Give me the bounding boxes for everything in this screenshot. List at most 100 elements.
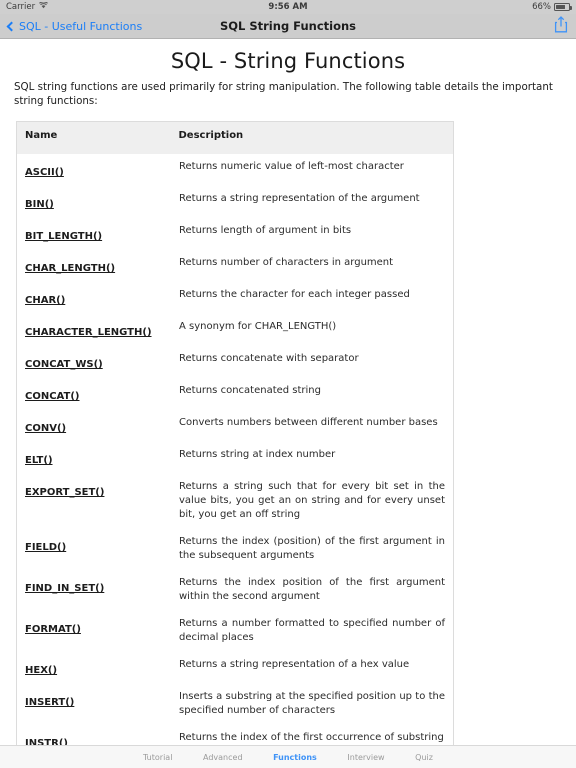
function-description-cell: Returns the index (position) of the firs…: [171, 529, 454, 570]
function-name-link[interactable]: EXPORT_SET(): [25, 487, 104, 498]
status-bar-left: Carrier: [6, 1, 48, 12]
function-description-text: Returns a string representation of a hex…: [179, 659, 410, 671]
function-description-cell: Returns numeric value of left-most chara…: [171, 154, 454, 186]
carrier-label: Carrier: [6, 2, 36, 12]
function-description-cell: A synonym for CHAR_LENGTH(): [171, 314, 454, 346]
function-description-cell: Inserts a substring at the specified pos…: [171, 684, 454, 725]
table-row: CHAR() Returns the character for each int…: [17, 282, 454, 314]
table-row: FIND_IN_SET() Returns the index position …: [17, 570, 454, 611]
functions-table: Name Description ASCII() Returns numeric …: [16, 121, 454, 745]
app-screen: Carrier 9:56 AM 66% SQL - Useful Functio…: [0, 0, 576, 768]
function-description-text: Returns concatenate with separator: [179, 353, 359, 365]
content-area[interactable]: SQL - String Functions SQL string functi…: [0, 39, 576, 745]
function-name-link[interactable]: HEX(): [25, 665, 57, 676]
function-name-cell: EXPORT_SET(): [17, 474, 171, 529]
function-name-link[interactable]: FIND_IN_SET(): [25, 583, 104, 594]
function-name-link[interactable]: BIN(): [25, 199, 54, 210]
function-name-cell: ASCII(): [17, 154, 171, 186]
function-name-link[interactable]: FORMAT(): [25, 624, 81, 635]
function-name-link[interactable]: INSTR(): [25, 738, 68, 745]
function-name-cell: BIN(): [17, 186, 171, 218]
function-name-link[interactable]: CHARACTER_LENGTH(): [25, 327, 152, 338]
function-name-link[interactable]: CONV(): [25, 423, 66, 434]
clock: 9:56 AM: [268, 2, 308, 12]
function-name-cell: CONCAT_WS(): [17, 346, 171, 378]
table-body: ASCII() Returns numeric value of left-mos…: [17, 154, 454, 745]
function-name-link[interactable]: INSERT(): [25, 697, 74, 708]
table-row: ELT() Returns string at index number: [17, 442, 454, 474]
table-header-row: Name Description: [16, 121, 454, 155]
function-name-cell: FIELD(): [17, 529, 171, 570]
function-name-link[interactable]: ASCII(): [25, 167, 64, 178]
table-row: ASCII() Returns numeric value of left-mos…: [17, 154, 454, 186]
tab-tutorial[interactable]: Tutorial: [143, 753, 172, 762]
table-row: EXPORT_SET() Returns a string such that f…: [17, 474, 454, 529]
function-name-cell: BIT_LENGTH(): [17, 218, 171, 250]
tab-advanced[interactable]: Advanced: [203, 753, 243, 762]
function-description-text: Returns string at index number: [179, 449, 336, 461]
tab-list: Tutorial Advanced Functions Interview Quiz: [143, 753, 433, 762]
function-name-cell: INSERT(): [17, 684, 171, 725]
function-name-cell: HEX(): [17, 652, 171, 684]
status-bar-right: 66%: [532, 2, 572, 12]
function-description-text: Returns a string representation of the a…: [179, 193, 420, 205]
function-name-link[interactable]: CONCAT(): [25, 391, 79, 402]
table-row: CONV() Converts numbers between different…: [17, 410, 454, 442]
function-name-link[interactable]: CHAR(): [25, 295, 65, 306]
function-description-text: Returns number of characters in argument: [179, 257, 394, 269]
function-name-link[interactable]: BIT_LENGTH(): [25, 231, 102, 242]
function-description-cell: Returns a string such that for every bit…: [171, 474, 454, 529]
function-description-text: Returns a number formatted to specified …: [179, 618, 445, 644]
function-name-cell: CHAR_LENGTH(): [17, 250, 171, 282]
status-bar: Carrier 9:56 AM 66%: [0, 0, 576, 14]
function-description-cell: Returns the index of the first occurrenc…: [171, 725, 454, 745]
table-header: Name Description: [16, 121, 454, 155]
function-name-cell: ELT(): [17, 442, 171, 474]
function-name-cell: CHAR(): [17, 282, 171, 314]
function-description-text: Converts numbers between different numbe…: [179, 417, 438, 429]
share-icon: [554, 15, 568, 37]
function-name-link[interactable]: ELT(): [25, 455, 53, 466]
function-description-text: Inserts a substring at the specified pos…: [179, 691, 445, 717]
share-button[interactable]: [554, 15, 568, 37]
tab-quiz[interactable]: Quiz: [415, 753, 433, 762]
function-description-text: Returns a string such that for every bit…: [179, 481, 445, 521]
tab-bar: Tutorial Advanced Functions Interview Quiz: [0, 745, 576, 768]
function-name-link[interactable]: FIELD(): [25, 542, 66, 553]
function-description-cell: Returns length of argument in bits: [171, 218, 454, 250]
function-name-cell: FIND_IN_SET(): [17, 570, 171, 611]
function-name-cell: INSTR(): [17, 725, 171, 745]
table-row: INSTR() Returns the index of the first oc…: [17, 725, 454, 745]
function-description-cell: Returns string at index number: [171, 442, 454, 474]
function-name-cell: CONCAT(): [17, 378, 171, 410]
table-row: BIN() Returns a string representation of …: [17, 186, 454, 218]
function-name-link[interactable]: CONCAT_WS(): [25, 359, 103, 370]
function-name-cell: CONV(): [17, 410, 171, 442]
back-button[interactable]: SQL - Useful Functions: [6, 20, 142, 33]
tab-functions[interactable]: Functions: [273, 753, 317, 762]
function-description-cell: Returns number of characters in argument: [171, 250, 454, 282]
functions-table-wrapper: Name Description ASCII() Returns numeric …: [16, 121, 454, 745]
function-description-cell: Returns a number formatted to specified …: [171, 611, 454, 652]
column-header-name: Name: [16, 121, 171, 155]
function-name-link[interactable]: CHAR_LENGTH(): [25, 263, 115, 274]
intro-paragraph: SQL string functions are used primarily …: [14, 81, 553, 108]
battery-icon: [554, 3, 572, 11]
table-row: CONCAT_WS() Returns concatenate with sepa…: [17, 346, 454, 378]
function-description-text: Returns the index position of the first …: [179, 577, 445, 603]
tab-interview[interactable]: Interview: [347, 753, 384, 762]
table-row: CONCAT() Returns concatenated string: [17, 378, 454, 410]
function-description-text: Returns length of argument in bits: [179, 225, 352, 237]
table-row: FORMAT() Returns a number formatted to sp…: [17, 611, 454, 652]
function-description-text: Returns the character for each integer p…: [179, 289, 410, 301]
table-row: FIELD() Returns the index (position) of t…: [17, 529, 454, 570]
function-description-cell: Returns a string representation of the a…: [171, 186, 454, 218]
function-description-cell: Returns the index position of the first …: [171, 570, 454, 611]
function-description-text: Returns the index of the first occurrenc…: [179, 732, 444, 744]
table-row: CHAR_LENGTH() Returns number of character…: [17, 250, 454, 282]
page-heading: SQL - String Functions: [170, 49, 406, 73]
function-description-text: A synonym for CHAR_LENGTH(): [179, 321, 337, 333]
function-description-text: Returns the index (position) of the firs…: [179, 536, 445, 562]
function-description-cell: Returns a string representation of a hex…: [171, 652, 454, 684]
function-description-cell: Returns concatenate with separator: [171, 346, 454, 378]
